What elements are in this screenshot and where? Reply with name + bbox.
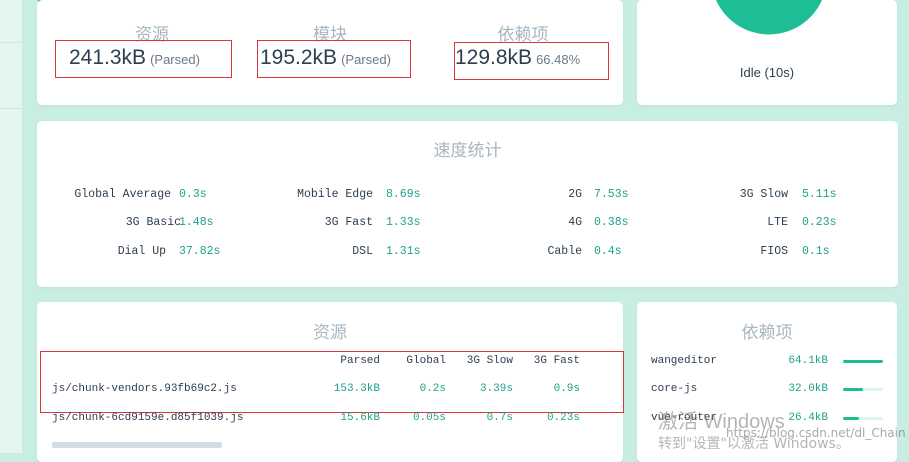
speed-label: 4G <box>568 216 582 229</box>
dependency-bar <box>843 417 883 420</box>
speed-value: 8.69s <box>386 188 421 201</box>
speed-label: 3G Basic <box>125 216 181 229</box>
table-cell-3g-fast: 0.23s <box>546 412 580 424</box>
table-row-cut-off <box>52 442 582 448</box>
dependency-bar-fill <box>843 388 863 391</box>
dependency-size: 26.4kB <box>788 412 828 424</box>
speed-value: 5.11s <box>802 188 837 201</box>
speed-value: 1.31s <box>386 245 421 258</box>
status-arc <box>716 0 822 35</box>
table-cell-3g-fast: 0.9s <box>553 383 580 395</box>
speed-value: 1.48s <box>179 216 214 229</box>
nav-divider <box>0 42 22 43</box>
modules-size-note: (Parsed) <box>341 52 391 67</box>
speed-value: 1.33s <box>386 216 421 229</box>
source-url-watermark: https://blog.csdn.net/dl_Chain <box>726 426 906 440</box>
speed-value: 0.4s <box>594 245 622 258</box>
dependency-size: 32.0kB <box>788 383 828 395</box>
assets-size-value: 241.3kB <box>69 46 147 69</box>
speed-label: 3G Fast <box>324 216 373 229</box>
dependencies-size-stat: 129.8kB 66.48% <box>455 46 580 70</box>
speed-value: 0.3s <box>179 188 207 201</box>
table-cell-file: js/chunk-vendors.93fb69c2.js <box>52 383 237 395</box>
speed-stats-title: 速度统计 <box>433 141 502 161</box>
speed-label: Global Average <box>74 188 171 201</box>
speed-label: DSL <box>352 245 373 258</box>
speed-label: Cable <box>547 245 582 258</box>
left-nav-strip <box>0 0 22 453</box>
dependencies-panel-title: 依赖项 <box>741 323 793 343</box>
assets-size-note: (Parsed) <box>150 52 200 67</box>
table-cell-3g-slow: 0.7s <box>486 412 513 424</box>
dependency-name: wangeditor <box>651 355 718 367</box>
column-header-parsed[interactable]: Parsed <box>340 355 380 367</box>
speed-value: 0.1s <box>802 245 830 258</box>
dependency-bar-fill <box>843 417 860 420</box>
table-cell-global: 0.05s <box>412 412 446 424</box>
speed-value: 0.38s <box>594 216 629 229</box>
nav-divider <box>0 108 22 109</box>
dependency-bar-fill <box>843 360 883 363</box>
assets-table-title: 资源 <box>313 323 347 343</box>
status-indicator <box>716 0 822 35</box>
speed-value: 7.53s <box>594 188 629 201</box>
status-label: Idle (10s) <box>739 65 795 80</box>
table-cell-3g-slow: 3.39s <box>479 383 513 395</box>
assets-size-stat: 241.3kB (Parsed) <box>69 46 200 70</box>
table-cell-parsed: 15.6kB <box>340 412 380 424</box>
table-cell-file: js/chunk-6cd9159e.d85f1039.js <box>52 412 244 424</box>
column-header-global[interactable]: Global <box>406 355 446 367</box>
dependencies-percent: 66.48% <box>536 52 581 67</box>
column-header-3g-fast[interactable]: 3G Fast <box>534 355 580 367</box>
speed-label: FIOS <box>760 245 788 258</box>
speed-label: LTE <box>767 216 788 229</box>
speed-value: 37.82s <box>179 245 221 258</box>
speed-stats-card: 速度统计 Global Average 0.3s Mobile Edge 8.6… <box>37 121 898 287</box>
dependency-bar <box>843 360 883 363</box>
modules-size-stat: 195.2kB (Parsed) <box>260 46 391 70</box>
dependency-size: 64.1kB <box>788 355 828 367</box>
status-card: Idle (10s) <box>637 0 897 105</box>
summary-card: 资源 模块 依赖项 241.3kB (Parsed) 195.2kB (Parsed… <box>37 0 623 105</box>
speed-label: Mobile Edge <box>297 188 373 201</box>
table-cell-global: 0.2s <box>419 383 446 395</box>
speed-value: 0.23s <box>802 216 837 229</box>
modules-size-value: 195.2kB <box>260 46 338 69</box>
speed-label: 2G <box>568 188 582 201</box>
assets-table-card: 资源 Parsed Global 3G Slow 3G Fast js/chun… <box>37 302 624 462</box>
dependencies-size-value: 129.8kB <box>455 46 533 69</box>
dependency-bar <box>843 388 883 391</box>
speed-label: Dial Up <box>117 245 166 258</box>
speed-label: 3G Slow <box>739 188 788 201</box>
table-cell-parsed: 153.3kB <box>333 383 380 395</box>
column-header-3g-slow[interactable]: 3G Slow <box>467 355 513 367</box>
dependency-name: core-js <box>651 383 698 395</box>
truncated-row-text <box>52 442 222 448</box>
